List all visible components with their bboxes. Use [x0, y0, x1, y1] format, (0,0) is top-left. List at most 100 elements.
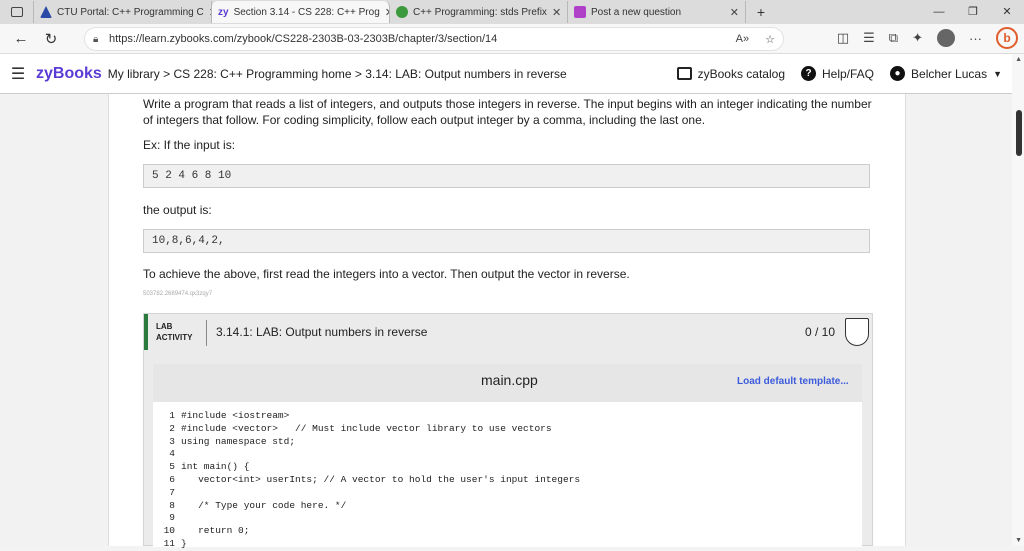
close-window-button[interactable]: ✕ — [990, 0, 1024, 24]
scrollbar-thumb[interactable] — [1016, 110, 1022, 156]
browser-tools: ◫ ☰ ⧉ ✦ ··· b — [837, 27, 1018, 49]
ctu-favicon-icon — [40, 6, 52, 18]
scroll-down-arrow-icon[interactable]: ▼ — [1015, 537, 1022, 544]
line-number: 2 — [169, 422, 175, 434]
code-line[interactable]: 3 using namespace std; — [153, 436, 862, 449]
example-output-label: the output is: — [143, 203, 212, 217]
refresh-button[interactable]: ↻ — [36, 30, 66, 48]
favorites-icon[interactable]: ☰ — [863, 30, 875, 46]
zybooks-favicon-icon: zy — [218, 6, 229, 18]
window-controls: — ❐ ✕ — [922, 0, 1024, 24]
chevron-down-icon: ▼ — [993, 68, 1002, 79]
line-number: 11 — [163, 537, 175, 549]
breadcrumb[interactable]: My library > CS 228: C++ Programming hom… — [108, 67, 567, 81]
line-number: 7 — [169, 486, 175, 498]
zybooks-catalog-link[interactable]: zyBooks catalog — [676, 66, 785, 81]
code-text: } — [181, 537, 187, 549]
browser-tab-bar: CTU Portal: C++ Programming C ✕ zy Secti… — [0, 0, 1024, 24]
maximize-button[interactable]: ❐ — [956, 0, 990, 24]
minimize-button[interactable]: — — [922, 0, 956, 24]
tab-cpp-programming[interactable]: C++ Programming: stds Prefix ✕ — [390, 1, 568, 23]
zybooks-logo[interactable]: zyBooks — [36, 65, 102, 83]
help-faq-link[interactable]: ? Help/FAQ — [801, 66, 874, 81]
bing-copilot-icon[interactable]: b — [996, 27, 1018, 49]
extensions-icon[interactable]: ✦ — [912, 30, 923, 46]
code-line[interactable]: 9 — [153, 512, 862, 525]
lab-tag-line2: ACTIVITY — [156, 333, 193, 342]
code-text: #include <vector> // Must include vector… — [181, 422, 552, 434]
catalog-book-icon — [676, 67, 692, 80]
line-number: 8 — [169, 499, 175, 511]
close-tab-icon[interactable]: ✕ — [730, 6, 739, 19]
tab-post-question[interactable]: Post a new question ✕ — [568, 1, 746, 23]
code-area[interactable]: 1 #include <iostream> 2 #include <vector> /… — [153, 410, 862, 551]
code-line[interactable]: 2 #include <vector> // Must include vecto… — [153, 423, 862, 436]
read-aloud-icon[interactable]: A» — [736, 33, 749, 46]
user-name: Belcher Lucas — [911, 66, 988, 81]
globe-favicon-icon — [396, 6, 408, 18]
address-bar[interactable]: 🔒︎ https://learn.zybooks.com/zybook/CS22… — [84, 27, 784, 51]
code-line[interactable]: 6 vector<int> userInts; // A vector to h… — [153, 474, 862, 487]
lab-score: 0 / 10 — [805, 325, 836, 339]
refresh-icon: ↻ — [44, 30, 58, 48]
line-number: 9 — [169, 512, 175, 524]
url-text: https://learn.zybooks.com/zybook/CS228-2… — [109, 33, 498, 45]
code-editor: main.cpp Load default template... 1 #incl… — [153, 364, 862, 549]
tab-label: Post a new question — [591, 6, 682, 18]
scroll-up-arrow-icon[interactable]: ▲ — [1015, 56, 1022, 63]
code-text: return 0; — [181, 525, 250, 537]
code-text: /* Type your code here. */ — [181, 499, 347, 511]
code-line[interactable]: 11} — [153, 538, 862, 551]
lab-activity-panel: LAB ACTIVITY 3.14.1: LAB: Output numbers… — [143, 313, 873, 549]
tab-label: Section 3.14 - CS 228: C++ Prog — [233, 6, 380, 18]
load-default-template-link[interactable]: Load default template... — [737, 376, 849, 387]
editor-filename: main.cpp — [481, 372, 538, 388]
new-tab-button[interactable]: + — [746, 1, 776, 23]
user-menu[interactable]: ● Belcher Lucas ▼ — [890, 66, 1002, 81]
tab-ctu-portal[interactable]: CTU Portal: C++ Programming C ✕ — [34, 1, 212, 23]
line-number: 3 — [169, 435, 175, 447]
profile-avatar-icon[interactable] — [937, 29, 955, 47]
collections-icon[interactable]: ⧉ — [889, 30, 898, 46]
code-text: int main() { — [181, 461, 250, 473]
code-line[interactable]: 1 #include <iostream> — [153, 410, 862, 423]
example-input-box: 5 2 4 6 8 10 — [143, 164, 870, 188]
address-toolbar: ← ↻ 🔒︎ https://learn.zybooks.com/zybook/… — [0, 24, 1024, 54]
code-line[interactable]: 8 /* Type your code here. */ — [153, 500, 862, 513]
lab-tag-line1: LAB — [156, 322, 173, 331]
example-output-box: 10,8,6,4,2, — [143, 229, 870, 253]
code-line[interactable]: 4 — [153, 448, 862, 461]
tab-label: C++ Programming: stds Prefix — [413, 6, 547, 18]
code-text: #include <iostream> — [181, 410, 290, 421]
split-screen-icon[interactable]: ◫ — [837, 30, 849, 46]
user-account-icon: ● — [890, 66, 906, 81]
back-arrow-icon: ← — [13, 30, 29, 47]
tab-actions-button[interactable] — [0, 1, 34, 23]
line-number: 10 — [163, 525, 175, 537]
line-number: 5 — [169, 461, 175, 473]
editor-header: main.cpp Load default template... — [153, 364, 862, 402]
tab-section-3-14[interactable]: zy Section 3.14 - CS 228: C++ Prog ✕ — [212, 1, 390, 23]
hamburger-menu-icon[interactable]: ☰ — [0, 64, 36, 84]
content-resource-id: 503782.2689474.qx3zqy7 — [143, 291, 213, 297]
code-line[interactable]: 5 int main() { — [153, 461, 862, 474]
lock-icon: 🔒︎ — [93, 33, 99, 45]
example-input-label: Ex: If the input is: — [143, 138, 236, 152]
code-line[interactable]: 10 return 0; — [153, 525, 862, 538]
close-tab-icon[interactable]: ✕ — [552, 6, 561, 19]
intro-text-line1: Write a program that reads a list of int… — [143, 97, 872, 111]
back-button[interactable]: ← — [6, 30, 36, 47]
lab-activity-tag: LAB ACTIVITY — [156, 321, 192, 343]
code-text: vector<int> userInts; // A vector to hol… — [181, 473, 581, 485]
hint-text: To achieve the above, first read the int… — [143, 267, 630, 281]
more-menu-icon[interactable]: ··· — [969, 31, 982, 46]
lab-title: 3.14.1: LAB: Output numbers in reverse — [216, 325, 428, 339]
line-number: 6 — [169, 473, 175, 485]
completion-shield-icon — [845, 318, 869, 346]
tab-label: CTU Portal: C++ Programming C — [57, 6, 204, 18]
code-line[interactable]: 7 — [153, 487, 862, 500]
chegg-favicon-icon — [574, 6, 586, 18]
catalog-label: zyBooks catalog — [697, 66, 785, 81]
lab-activity-header: LAB ACTIVITY 3.14.1: LAB: Output numbers… — [144, 314, 872, 350]
favorite-star-icon[interactable]: ☆ — [765, 33, 775, 46]
